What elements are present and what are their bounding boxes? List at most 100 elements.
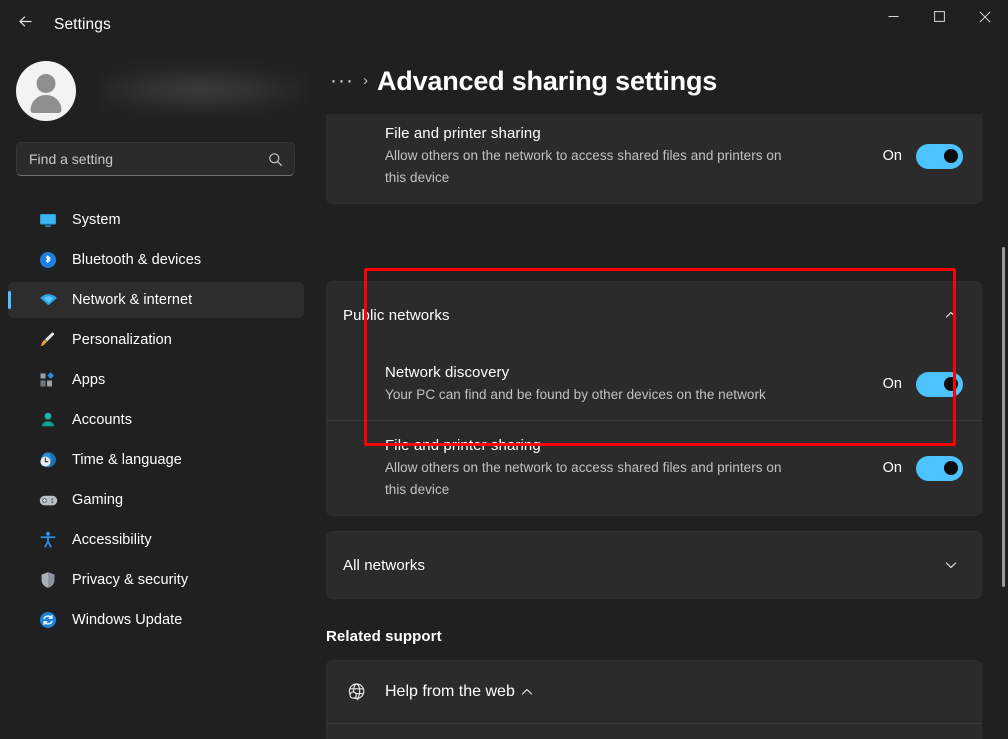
row-description: Allow others on the network to access sh… xyxy=(385,457,805,501)
accounts-icon xyxy=(38,410,58,430)
toggle-knob xyxy=(944,461,958,475)
sidebar-item-label: Apps xyxy=(72,371,105,389)
navigation-list: System Bluetooth & devices xyxy=(8,202,304,642)
section-title: Public networks xyxy=(343,307,939,324)
sidebar-item-apps[interactable]: Apps xyxy=(8,362,304,398)
sidebar-item-accessibility[interactable]: Accessibility xyxy=(8,522,304,558)
clock-globe-icon xyxy=(38,450,58,470)
toggle-state-label: On xyxy=(883,459,902,477)
sidebar-item-label: Time & language xyxy=(72,451,182,469)
sidebar-item-privacy-security[interactable]: Privacy & security xyxy=(8,562,304,598)
all-networks-card[interactable]: All networks xyxy=(326,531,982,599)
row-control: On xyxy=(883,456,963,481)
file-printer-sharing-private-toggle[interactable] xyxy=(916,144,963,169)
accessibility-icon xyxy=(38,530,58,550)
update-icon xyxy=(38,610,58,630)
avatar-head xyxy=(37,74,56,93)
toggle-knob xyxy=(944,149,958,163)
all-networks-header[interactable]: All networks xyxy=(327,532,981,598)
row-description: Your PC can find and be found by other d… xyxy=(385,384,805,406)
sidebar-item-bluetooth-devices[interactable]: Bluetooth & devices xyxy=(8,242,304,278)
gamepad-icon xyxy=(38,490,58,510)
sidebar-item-accounts[interactable]: Accounts xyxy=(8,402,304,438)
help-links: Learn about Control panel options moving… xyxy=(327,724,981,739)
settings-window: Settings xyxy=(0,0,1008,739)
toggle-state-label: On xyxy=(883,147,902,165)
sidebar-item-label: Windows Update xyxy=(72,611,182,629)
row-text-block: File and printer sharing Allow others on… xyxy=(385,421,871,515)
avatar-body xyxy=(31,95,62,113)
sidebar-item-personalization[interactable]: Personalization xyxy=(8,322,304,358)
row-title: File and printer sharing xyxy=(385,435,871,456)
maximize-button[interactable] xyxy=(916,0,962,33)
section-title: All networks xyxy=(343,557,939,574)
file-printer-sharing-public-toggle[interactable] xyxy=(916,456,963,481)
network-discovery-row[interactable]: Network discovery Your PC can find and b… xyxy=(327,348,981,420)
system-icon xyxy=(38,210,58,230)
breadcrumb-separator-icon: › xyxy=(363,72,368,90)
sidebar-item-label: Personalization xyxy=(72,331,172,349)
row-control: On xyxy=(883,144,963,169)
sidebar-item-network-internet[interactable]: Network & internet xyxy=(8,282,304,318)
sidebar-item-label: Network & internet xyxy=(72,291,192,309)
row-text-block: File and printer sharing Allow others on… xyxy=(385,114,871,203)
close-button[interactable] xyxy=(962,0,1008,33)
public-networks-card: Public networks Network discovery Your P… xyxy=(326,281,982,516)
avatar xyxy=(16,61,76,121)
network-discovery-toggle[interactable] xyxy=(916,372,963,397)
globe-search-icon xyxy=(345,681,367,703)
scrollbar-thumb[interactable] xyxy=(1002,247,1005,587)
close-icon xyxy=(979,11,991,23)
public-networks-header[interactable]: Public networks xyxy=(327,282,981,348)
account-name-redacted xyxy=(100,59,307,123)
sidebar-item-time-language[interactable]: Time & language xyxy=(8,442,304,478)
row-text-block: Network discovery Your PC can find and b… xyxy=(385,348,871,420)
back-button[interactable] xyxy=(8,5,42,37)
row-title: File and printer sharing xyxy=(385,123,871,144)
back-arrow-icon xyxy=(16,12,35,31)
help-from-web-header[interactable]: Help from the web xyxy=(327,661,981,723)
file-printer-sharing-private-row[interactable]: File and printer sharing Allow others on… xyxy=(327,114,981,203)
toggle-knob xyxy=(944,377,958,391)
app-title: Settings xyxy=(54,17,111,33)
sidebar-item-label: Bluetooth & devices xyxy=(72,251,201,269)
sidebar-item-label: Accessibility xyxy=(72,531,152,549)
sidebar-item-label: Gaming xyxy=(72,491,123,509)
search-placeholder: Find a setting xyxy=(29,151,113,167)
row-description: Allow others on the network to access sh… xyxy=(385,145,805,189)
settings-scroll-area: Set up network connected devices automat… xyxy=(320,114,1008,739)
account-block[interactable] xyxy=(16,59,307,123)
wifi-icon xyxy=(38,290,58,310)
minimize-icon xyxy=(888,11,899,22)
bluetooth-icon xyxy=(38,250,58,270)
chevron-up-icon[interactable] xyxy=(515,680,539,704)
paintbrush-icon xyxy=(38,330,58,350)
chevron-up-icon[interactable] xyxy=(939,303,963,327)
sidebar-item-gaming[interactable]: Gaming xyxy=(8,482,304,518)
private-networks-card: Set up network connected devices automat… xyxy=(326,114,982,204)
sidebar-item-label: Accounts xyxy=(72,411,132,429)
sidebar-item-windows-update[interactable]: Windows Update xyxy=(8,602,304,638)
row-title: Network discovery xyxy=(385,362,871,383)
help-header-label: Help from the web xyxy=(385,683,515,701)
search-icon xyxy=(268,152,283,167)
chevron-down-icon[interactable] xyxy=(939,553,963,577)
maximize-icon xyxy=(934,11,945,22)
help-from-web-card: Help from the web Learn about Control pa… xyxy=(326,660,982,739)
minimize-button[interactable] xyxy=(870,0,916,33)
row-control: On xyxy=(883,372,963,397)
breadcrumb-overflow-button[interactable]: ··· xyxy=(326,72,358,90)
sidebar: Find a setting System xyxy=(0,42,320,739)
file-printer-sharing-public-row[interactable]: File and printer sharing Allow others on… xyxy=(327,420,981,515)
apps-icon xyxy=(38,370,58,390)
sidebar-item-system[interactable]: System xyxy=(8,202,304,238)
search-container[interactable]: Find a setting xyxy=(16,142,295,176)
sidebar-item-label: System xyxy=(72,211,121,229)
sidebar-item-label: Privacy & security xyxy=(72,571,188,589)
search-input[interactable]: Find a setting xyxy=(16,142,295,176)
title-bar: Settings xyxy=(0,0,1008,42)
window-controls xyxy=(870,0,1008,33)
toggle-state-label: On xyxy=(883,375,902,393)
breadcrumb: ··· › Advanced sharing settings xyxy=(326,58,717,104)
related-support-title: Related support xyxy=(326,628,442,645)
